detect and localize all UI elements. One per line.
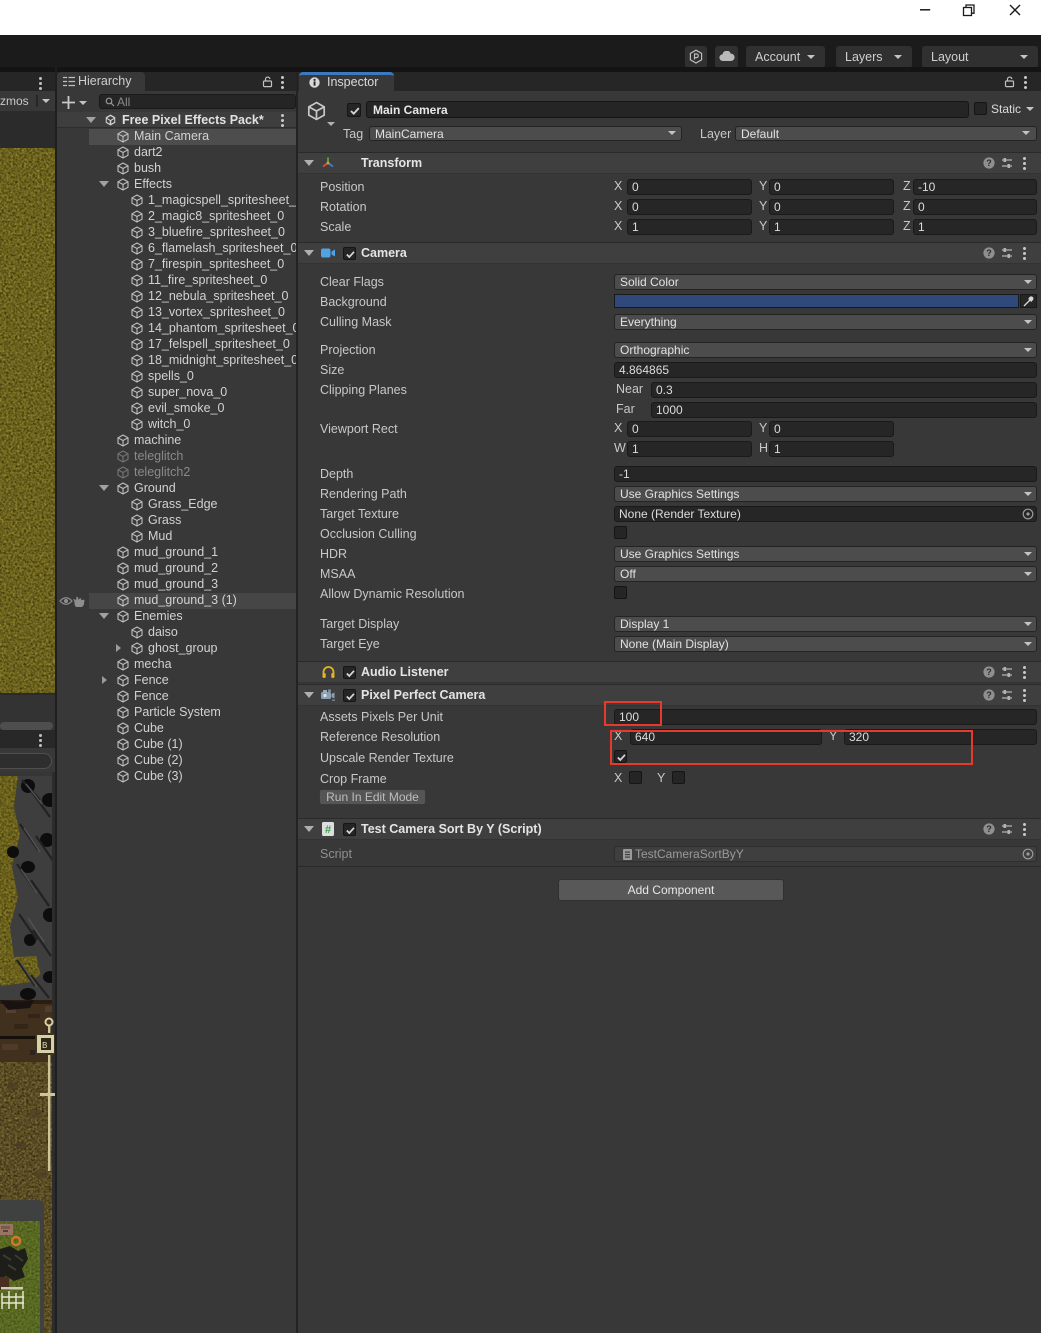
svg-text:?: ? xyxy=(986,824,992,834)
svg-text:?: ? xyxy=(986,690,992,700)
svg-text:?: ? xyxy=(986,248,992,258)
svg-text:?: ? xyxy=(986,158,992,168)
svg-text:?: ? xyxy=(986,667,992,677)
svg-text:#: # xyxy=(325,824,331,836)
svg-text:B: B xyxy=(42,1041,48,1051)
